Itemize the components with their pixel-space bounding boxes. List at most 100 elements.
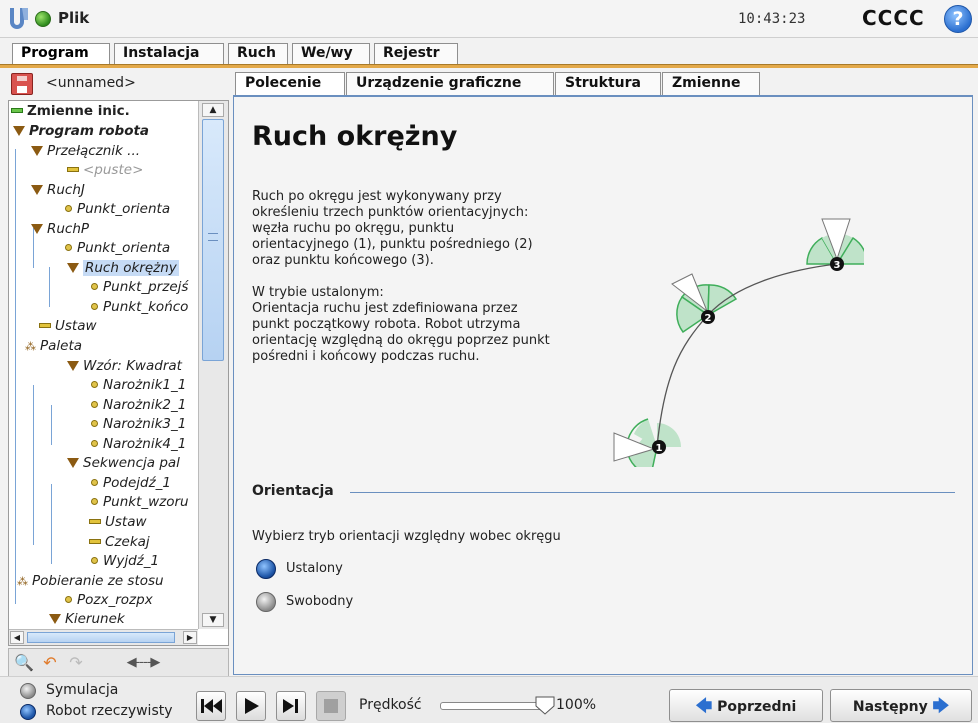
folder-triangle-icon <box>31 146 43 156</box>
tab-command[interactable]: Polecenie <box>235 72 345 95</box>
skip-back-button[interactable] <box>196 691 226 721</box>
tab-move[interactable]: Ruch <box>228 43 288 65</box>
folder-triangle-icon <box>13 126 25 136</box>
tree-node[interactable]: Wzór: Kwadrat <box>67 356 182 376</box>
tree-node[interactable]: Zmienne inic. <box>11 101 130 121</box>
help-icon[interactable]: ? <box>944 5 972 33</box>
tree-node[interactable]: ⁂ Pobieranie ze stosu <box>17 571 164 591</box>
tree-node-selected[interactable]: Ruch okrężny <box>67 258 179 278</box>
tree-node[interactable]: Ustaw <box>39 316 97 336</box>
tree-node[interactable]: Podejdź_1 <box>91 473 171 493</box>
next-button[interactable]: Następny 🡆 <box>830 689 972 722</box>
redo-icon[interactable]: ↷ <box>65 652 87 674</box>
speed-slider-handle[interactable] <box>534 694 556 716</box>
search-icon[interactable]: 🔍 <box>13 652 35 674</box>
tree-node[interactable]: ⁂ Paleta <box>25 336 82 356</box>
waypoint-icon <box>91 479 98 486</box>
waypoint-1-marker <box>613 418 658 467</box>
set-command-icon <box>39 323 51 328</box>
waypoint-icon <box>91 303 98 310</box>
step-icon <box>283 699 298 713</box>
section-divider <box>350 492 955 493</box>
waypoint-icon <box>65 596 72 603</box>
scroll-thumb[interactable] <box>202 119 224 361</box>
tree-node[interactable]: Punkt_orienta <box>65 238 170 258</box>
skip-back-icon <box>201 699 222 713</box>
tree-node[interactable]: <puste> <box>67 160 143 180</box>
tree-node[interactable]: Punkt_końco <box>91 297 188 317</box>
program-header: <unnamed> <box>8 70 229 100</box>
tree-node[interactable]: Narożnik2_1 <box>91 395 186 415</box>
set-command-icon <box>89 519 101 524</box>
tree-node[interactable]: RuchJ <box>31 180 85 200</box>
tree-node[interactable]: Pozx_rozpx <box>65 590 153 610</box>
speed-slider[interactable] <box>440 702 548 710</box>
tab-structure[interactable]: Struktura <box>555 72 661 95</box>
tree-node[interactable]: Punkt_przejś <box>91 277 188 297</box>
tree-node[interactable]: Program robota <box>13 121 149 141</box>
tree-node[interactable]: Przełącznik ... <box>31 141 140 161</box>
save-icon[interactable] <box>11 73 33 95</box>
program-tree-panel: <unnamed> Zmienne inic. Program robota P… <box>8 70 229 678</box>
tree-node[interactable]: Narożnik1_1 <box>91 375 186 395</box>
tree-node[interactable]: RuchP <box>31 219 89 239</box>
arrow-left-icon: 🡄 <box>695 696 713 715</box>
folder-triangle-icon <box>67 263 79 273</box>
folder-triangle-icon <box>67 361 79 371</box>
radio-fixed[interactable]: Ustalony <box>256 559 343 581</box>
tree-node[interactable]: Ustaw <box>89 512 147 532</box>
variables-icon <box>11 108 23 113</box>
pallet-icon: ⁂ <box>17 575 28 588</box>
waypoint-icon <box>65 205 72 212</box>
arrow-right-icon: 🡆 <box>932 696 950 715</box>
tab-graphics[interactable]: Urządzenie graficzne <box>346 72 554 95</box>
tree-node[interactable]: Sekwencja pal <box>67 453 180 473</box>
tree-connector <box>15 149 16 604</box>
undo-icon[interactable]: ↶ <box>39 652 61 674</box>
waypoint-icon <box>91 557 98 564</box>
point-label-3: 3 <box>830 257 844 271</box>
file-menu[interactable]: Plik <box>58 9 89 27</box>
mode-real-robot-label: Robot rzeczywisty <box>46 703 173 719</box>
waypoint-icon <box>65 244 72 251</box>
tree-node[interactable]: Punkt_orienta <box>65 199 170 219</box>
tab-installation[interactable]: Instalacja <box>114 43 224 65</box>
tree-vertical-scrollbar[interactable]: ▲ ▼ <box>198 101 228 629</box>
radio-unselected-icon <box>256 592 276 612</box>
tab-variables[interactable]: Zmienne <box>662 72 760 95</box>
svg-text:3: 3 <box>834 260 841 271</box>
scroll-thumb-horizontal[interactable] <box>27 632 175 643</box>
radio-selected-icon <box>256 559 276 579</box>
play-button[interactable] <box>236 691 266 721</box>
tree-node[interactable]: Wyjdź_1 <box>91 551 159 571</box>
tree-connector <box>33 385 34 545</box>
tab-io[interactable]: We/wy <box>292 43 370 65</box>
tree-node[interactable]: Narożnik3_1 <box>91 414 186 434</box>
tab-log[interactable]: Rejestr <box>374 43 458 65</box>
radio-free[interactable]: Swobodny <box>256 592 353 614</box>
tree-node[interactable]: Czekaj <box>89 532 150 552</box>
tree-connector <box>51 405 52 445</box>
svg-text:1: 1 <box>656 443 663 454</box>
tab-program[interactable]: Program <box>12 43 110 65</box>
robot-name: CCCC <box>862 6 925 30</box>
scroll-right-icon[interactable]: ▶ <box>183 631 197 644</box>
scroll-down-icon[interactable]: ▼ <box>202 613 224 627</box>
scroll-up-icon[interactable]: ▲ <box>202 103 224 117</box>
program-name: <unnamed> <box>46 75 136 91</box>
previous-button[interactable]: 🡄 Poprzedni <box>669 689 823 722</box>
step-button[interactable] <box>276 691 306 721</box>
tree-node[interactable]: Kierunek <box>49 609 125 629</box>
move-node-arrows-icon[interactable]: ◀----▶ <box>93 652 193 674</box>
stop-button[interactable] <box>316 691 346 721</box>
circular-move-diagram: 1 2 3 <box>613 218 864 467</box>
tree-node[interactable]: Narożnik4_1 <box>91 434 186 454</box>
speed-value: 100% <box>556 697 597 713</box>
orientation-prompt: Wybierz tryb orientacji względny wobec o… <box>252 529 561 544</box>
tree-horizontal-scrollbar[interactable]: ◀ ▶ <box>9 629 198 645</box>
tree-node[interactable]: Punkt_wzoru <box>91 492 189 512</box>
program-tree: Zmienne inic. Program robota Przełącznik… <box>8 100 229 646</box>
waypoint-icon <box>91 498 98 505</box>
scroll-left-icon[interactable]: ◀ <box>10 631 24 644</box>
title-bar: Plik 10:43:23 CCCC ? <box>0 0 978 38</box>
